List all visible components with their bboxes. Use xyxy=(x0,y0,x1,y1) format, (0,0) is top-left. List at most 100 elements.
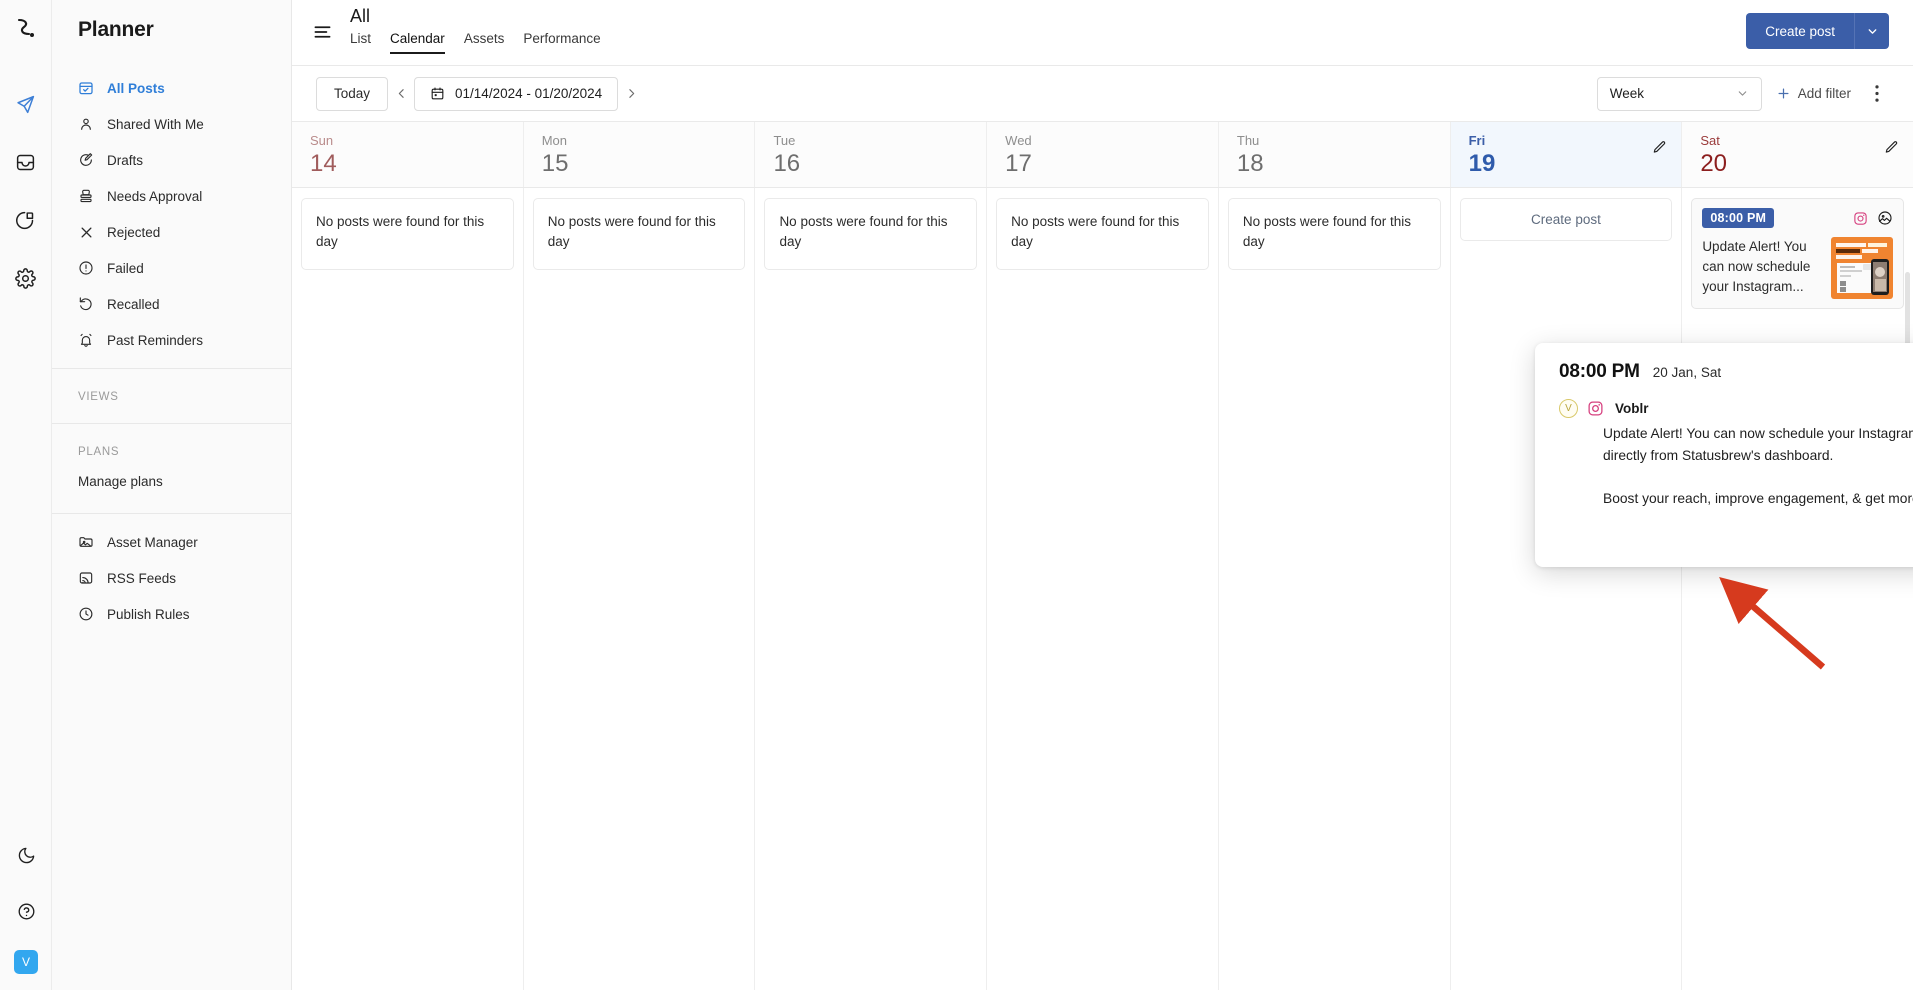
user-avatar[interactable]: V xyxy=(14,950,38,974)
rail-item-publish[interactable] xyxy=(9,87,43,121)
empty-day-card: No posts were found for this day xyxy=(996,198,1209,270)
day-number: 18 xyxy=(1236,150,1264,177)
sidebar-item-past-reminders[interactable]: Past Reminders xyxy=(52,322,291,358)
sidebar-item-label: Recalled xyxy=(107,296,160,312)
pencil-icon[interactable] xyxy=(1884,140,1899,160)
sidebar-item-label: RSS Feeds xyxy=(107,570,177,586)
sidebar-item-all-posts[interactable]: All Posts xyxy=(52,70,291,106)
tab-performance[interactable]: Performance xyxy=(523,31,600,54)
calendar-day-headers: Sun 14 Mon 15 Tue 16 Wed 17 Thu 18 Fri 1… xyxy=(292,122,1913,188)
x-icon xyxy=(78,224,94,240)
prev-week-button[interactable] xyxy=(388,79,414,109)
sidebar-item-label: Asset Manager xyxy=(107,534,198,550)
rail-item-engage[interactable] xyxy=(9,145,43,179)
sidebar-item-label: Publish Rules xyxy=(107,606,190,622)
rail-item-settings[interactable] xyxy=(9,261,43,295)
day-column-tue: No posts were found for this day xyxy=(755,188,988,990)
day-header-sun[interactable]: Sun 14 xyxy=(292,122,524,187)
clock-icon xyxy=(78,606,94,622)
view-range-value: Week xyxy=(1609,86,1644,101)
post-card-text: Update Alert! You can now schedule your … xyxy=(1702,239,1811,294)
image-icon xyxy=(1877,210,1893,226)
next-week-button[interactable] xyxy=(618,79,644,109)
day-number: 15 xyxy=(541,150,569,177)
sidebar-item-rss-feeds[interactable]: RSS Feeds xyxy=(52,560,291,596)
sidebar-item-drafts[interactable]: Drafts xyxy=(52,142,291,178)
sidebar-section-plans: PLANS xyxy=(78,446,120,458)
view-range-select[interactable]: Week xyxy=(1596,76,1762,111)
create-post-button[interactable]: Create post xyxy=(1746,13,1854,49)
day-column-sat: 08:00 PM Update Alert! You can now sched… xyxy=(1682,188,1913,990)
chevron-down-icon xyxy=(1868,28,1876,34)
draft-pencil-icon xyxy=(78,152,94,168)
sidebar-item-rejected[interactable]: Rejected xyxy=(52,214,291,250)
sidebar-item-label: Drafts xyxy=(107,152,144,168)
tab-calendar[interactable]: Calendar xyxy=(390,31,445,54)
day-column-sun: No posts were found for this day xyxy=(292,188,524,990)
popover-time: 08:00 PM xyxy=(1559,361,1640,382)
day-header-tue[interactable]: Tue 16 xyxy=(755,122,988,187)
popover-actions xyxy=(1535,509,1913,567)
tab-assets[interactable]: Assets xyxy=(464,31,505,54)
sidebar-item-shared-with-me[interactable]: Shared With Me xyxy=(52,106,291,142)
avatar: V xyxy=(1559,399,1578,418)
add-filter-button[interactable]: Add filter xyxy=(1776,86,1851,101)
statusbrew-logo-icon[interactable] xyxy=(15,18,37,49)
post-card-body: Update Alert! You can now schedule your … xyxy=(1702,237,1894,299)
post-card-icons xyxy=(1853,210,1893,226)
calendar-icon xyxy=(430,86,445,101)
rss-icon xyxy=(78,570,94,586)
day-name: Fri xyxy=(1468,133,1486,148)
day-header-thu[interactable]: Thu 18 xyxy=(1219,122,1451,187)
sidebar-item-label: Shared With Me xyxy=(107,116,204,132)
create-post-cell-button[interactable]: Create post xyxy=(1459,198,1673,241)
top-bar: All List Calendar Assets Performance Cre… xyxy=(292,0,1913,66)
day-name: Sat xyxy=(1700,133,1720,148)
date-range-picker[interactable]: 01/14/2024 - 01/20/2024 xyxy=(414,76,619,111)
sidebar-item-manage-plans[interactable]: Manage plans xyxy=(52,468,291,503)
help-circle-icon[interactable] xyxy=(9,894,43,928)
post-detail-popover: 08:00 PM 20 Jan, Sat Himanshu Roy | Sche… xyxy=(1535,343,1913,567)
instagram-icon xyxy=(1587,400,1604,417)
day-number: 19 xyxy=(1468,150,1496,177)
undo-icon xyxy=(78,296,94,312)
tab-list[interactable]: List xyxy=(350,31,371,54)
title-block: All List Calendar Assets Performance xyxy=(350,0,601,54)
page-title: All xyxy=(350,6,371,26)
calendar-toolbar-right: Week Add filter xyxy=(1596,76,1889,111)
alert-circle-icon xyxy=(78,260,94,276)
day-header-sat[interactable]: Sat 20 xyxy=(1682,122,1913,187)
sidebar-item-failed[interactable]: Failed xyxy=(52,250,291,286)
popover-header: 08:00 PM 20 Jan, Sat Himanshu Roy | Sche… xyxy=(1535,343,1913,393)
stamp-icon xyxy=(78,188,94,204)
day-name: Mon xyxy=(541,133,568,148)
folder-image-icon xyxy=(78,534,94,550)
calendar-post-card[interactable]: 08:00 PM Update Alert! You can now sched… xyxy=(1691,198,1905,309)
day-header-wed[interactable]: Wed 17 xyxy=(987,122,1219,187)
sidebar-item-publish-rules[interactable]: Publish Rules xyxy=(52,596,291,632)
pencil-icon[interactable] xyxy=(1652,140,1667,160)
moon-icon[interactable] xyxy=(9,838,43,872)
sidebar-divider xyxy=(52,423,291,424)
rail-item-reports[interactable] xyxy=(9,203,43,237)
today-button[interactable]: Today xyxy=(316,76,389,111)
day-header-mon[interactable]: Mon 15 xyxy=(524,122,756,187)
create-post-dropdown-button[interactable] xyxy=(1854,13,1889,49)
day-number: 17 xyxy=(1005,150,1032,177)
chevron-right-icon xyxy=(628,89,634,98)
view-tabs: List Calendar Assets Performance xyxy=(350,31,601,54)
empty-day-card: No posts were found for this day xyxy=(1227,198,1441,270)
day-header-fri[interactable]: Fri 19 xyxy=(1450,122,1683,187)
empty-day-card: No posts were found for this day xyxy=(301,198,514,270)
post-card-thumbnail xyxy=(1831,237,1894,299)
sidebar-item-needs-approval[interactable]: Needs Approval xyxy=(52,178,291,214)
kebab-menu-icon[interactable] xyxy=(1865,81,1889,107)
empty-day-card: No posts were found for this day xyxy=(764,198,978,270)
popover-account-row: V Voblr xyxy=(1559,399,1913,418)
instagram-icon xyxy=(1853,211,1868,226)
sidebar-item-asset-manager[interactable]: Asset Manager xyxy=(52,524,291,560)
hamburger-icon[interactable] xyxy=(310,20,334,44)
sidebar-item-recalled[interactable]: Recalled xyxy=(52,286,291,322)
sidebar-section-views: VIEWS xyxy=(78,391,119,403)
sidebar-item-label: Past Reminders xyxy=(107,332,204,348)
